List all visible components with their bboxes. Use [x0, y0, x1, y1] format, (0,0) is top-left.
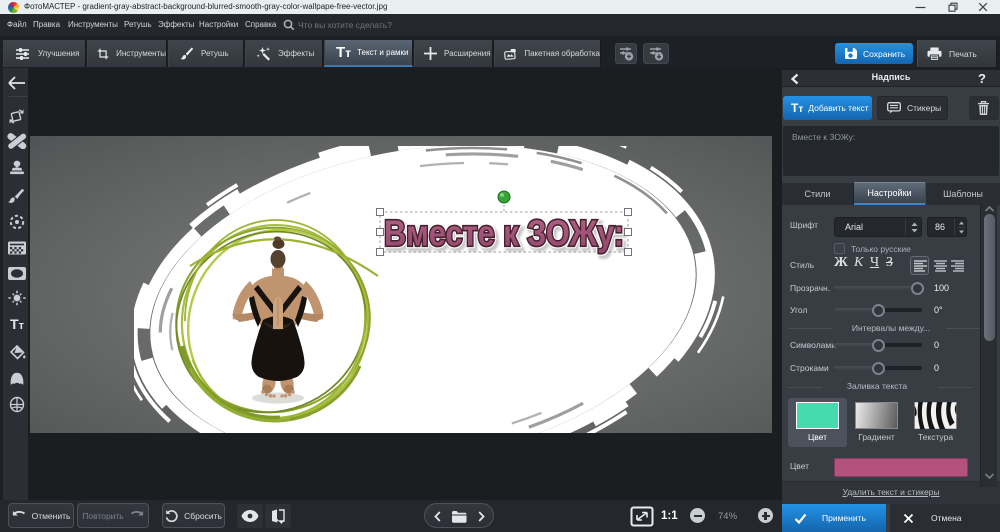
svg-text:Вместе к ЗОЖу:: Вместе к ЗОЖу:: [384, 213, 624, 254]
